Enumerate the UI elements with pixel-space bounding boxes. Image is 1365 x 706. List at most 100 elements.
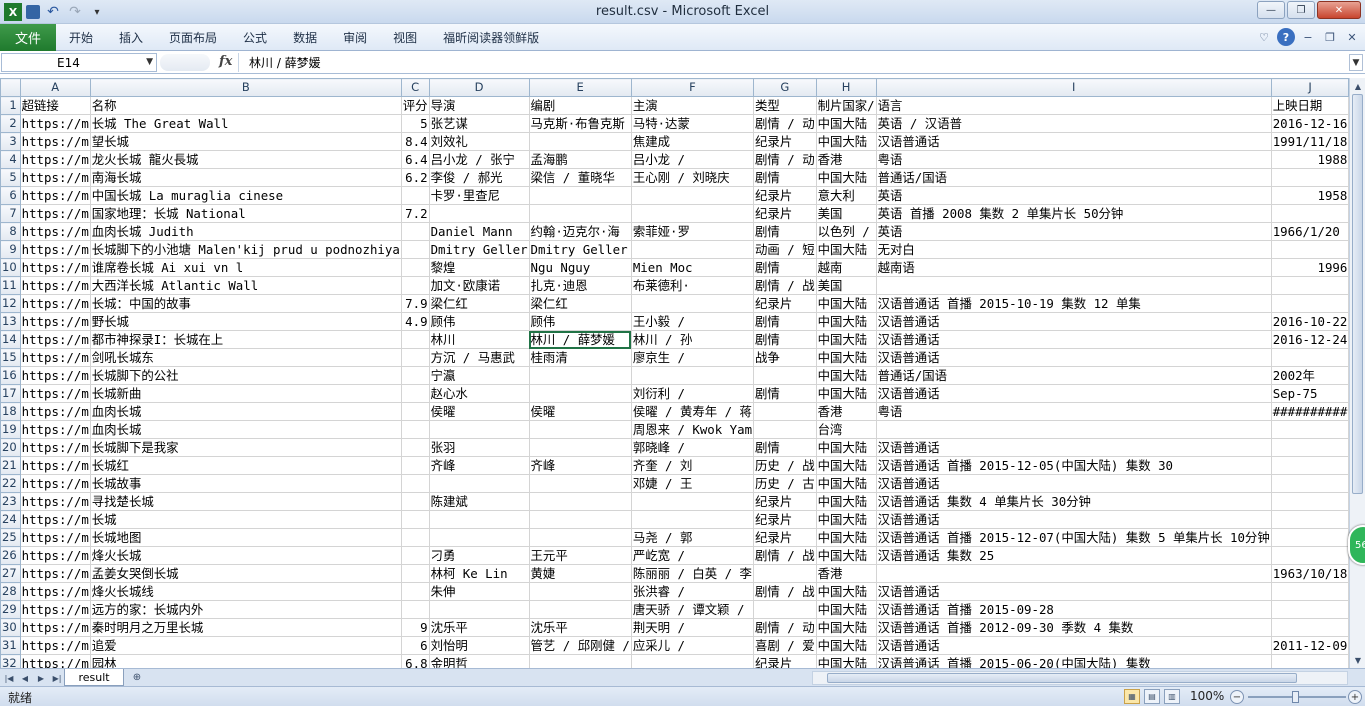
cell[interactable]: 陈丽丽 / 白英 / 李 [630,564,755,583]
select-all-corner[interactable] [0,78,21,97]
row-header[interactable]: 11 [0,276,21,295]
cell[interactable] [1270,654,1349,668]
cell[interactable] [400,546,430,565]
cell[interactable]: https://m [19,618,91,637]
cell[interactable]: 汉语普通话 首播 2015-10-19 集数 12 单集 [875,294,1272,313]
cell[interactable]: 中国大陆 [815,582,877,601]
cell[interactable] [400,456,430,475]
workbook-minimize-icon[interactable]: − [1299,28,1317,46]
row-header[interactable]: 7 [0,204,21,223]
cell[interactable] [1270,528,1349,547]
minimize-ribbon-icon[interactable]: ♡ [1255,28,1273,46]
formula-bar-splitter[interactable] [160,54,210,71]
cell[interactable] [428,510,530,529]
cell[interactable]: 周恩来 / Kwok Yam [630,420,755,439]
cell[interactable]: 马尧 / 郭 [630,528,755,547]
cell[interactable]: 纪录片 [753,204,817,223]
cell[interactable] [528,132,632,151]
cell[interactable]: https://m [19,582,91,601]
tab-view[interactable]: 视图 [380,24,430,51]
last-sheet-icon[interactable]: ▶| [50,671,64,685]
cell[interactable]: https://m [19,402,91,421]
tab-home[interactable]: 开始 [56,24,106,51]
column-header[interactable]: G [753,78,817,97]
cell[interactable]: 林川 / 孙 [630,330,755,349]
cell[interactable] [753,366,817,385]
cell[interactable]: https://m [19,222,91,241]
cell[interactable] [630,654,755,668]
cell[interactable]: 长城 The Great Wall [89,114,402,133]
cell[interactable]: 孟海鹏 [528,150,632,169]
cell[interactable]: 刘效礼 [428,132,530,151]
cell[interactable] [400,510,430,529]
cell[interactable]: 梁仁红 [428,294,530,313]
cell[interactable]: Dmitry Geller [528,240,632,259]
tab-review[interactable]: 审阅 [330,24,380,51]
cell[interactable] [630,366,755,385]
cell[interactable]: 沈乐平 [528,618,632,637]
cell[interactable]: 吕小龙 / [630,150,755,169]
cell[interactable]: 侯曜 [428,402,530,421]
cell[interactable]: https://m [19,474,91,493]
cell[interactable]: Daniel Mann [428,222,530,241]
name-box[interactable]: E14 ▼ [1,53,157,72]
cell[interactable] [630,492,755,511]
cell[interactable] [528,366,632,385]
cell[interactable]: https://m [19,348,91,367]
cell[interactable]: https://m [19,564,91,583]
cell[interactable]: 英语 首播 2008 集数 2 单集片长 50分钟 [875,204,1272,223]
tab-formulas[interactable]: 公式 [230,24,280,51]
cell[interactable] [400,348,430,367]
row-header[interactable]: 20 [0,438,21,457]
cell[interactable]: 超链接 [19,96,91,115]
cell[interactable]: Ngu Nguy [528,258,632,277]
cell[interactable] [1270,276,1349,295]
cell[interactable]: https://m [19,168,91,187]
cell[interactable] [875,276,1272,295]
cell[interactable]: 汉语普通话 首播 2015-12-05(中国大陆) 集数 30 [875,456,1272,475]
cell[interactable] [528,438,632,457]
cell[interactable]: 汉语普通话 [875,330,1272,349]
cell[interactable]: 廖京生 / [630,348,755,367]
cell[interactable]: 香港 [815,150,877,169]
cell[interactable]: 中国大陆 [815,528,877,547]
cell[interactable]: 战争 [753,348,817,367]
cell[interactable]: 剧情 [753,222,817,241]
cell[interactable] [875,420,1272,439]
row-header[interactable]: 23 [0,492,21,511]
cell[interactable]: 英语 [875,186,1272,205]
cell[interactable] [1270,618,1349,637]
cell[interactable] [400,186,430,205]
cell[interactable] [1270,492,1349,511]
cell[interactable]: 马克斯·布鲁克斯 [528,114,632,133]
cell[interactable]: 汉语普通话 [875,132,1272,151]
cell[interactable]: 郭晓峰 / [630,438,755,457]
normal-view-icon[interactable]: ▦ [1124,689,1140,704]
cell[interactable]: 剧情 [753,168,817,187]
cell[interactable]: 张洪睿 / [630,582,755,601]
cell[interactable]: 马特·达蒙 [630,114,755,133]
cell[interactable]: 中国大陆 [815,348,877,367]
tab-insert[interactable]: 插入 [106,24,156,51]
vertical-scroll-thumb[interactable] [1352,94,1363,494]
cell[interactable]: 1958 [1270,186,1349,205]
cell[interactable]: https://m [19,492,91,511]
cell[interactable]: 无对白 [875,240,1272,259]
column-header[interactable]: I [875,78,1272,97]
cell[interactable]: 长城红 [89,456,402,475]
cell[interactable]: 追爱 [89,636,402,655]
cell[interactable]: 1963/10/18 [1270,564,1349,583]
cell[interactable]: 卡罗·里查尼 [428,186,530,205]
cell[interactable]: 南海长城 [89,168,402,187]
row-header[interactable]: 27 [0,564,21,583]
cell[interactable]: https://m [19,366,91,385]
cell[interactable]: 美国 [815,276,877,295]
cell[interactable] [400,564,430,583]
cell[interactable]: 评分 [400,96,430,115]
cell[interactable]: 剧情 / 战 [753,546,817,565]
cell[interactable]: 汉语普通话 首播 2015-06-20(中国大陆) 集数 [875,654,1272,668]
cell[interactable]: 烽火长城线 [89,582,402,601]
cell[interactable]: https://m [19,240,91,259]
first-sheet-icon[interactable]: |◀ [2,671,16,685]
cell[interactable]: 中国大陆 [815,114,877,133]
